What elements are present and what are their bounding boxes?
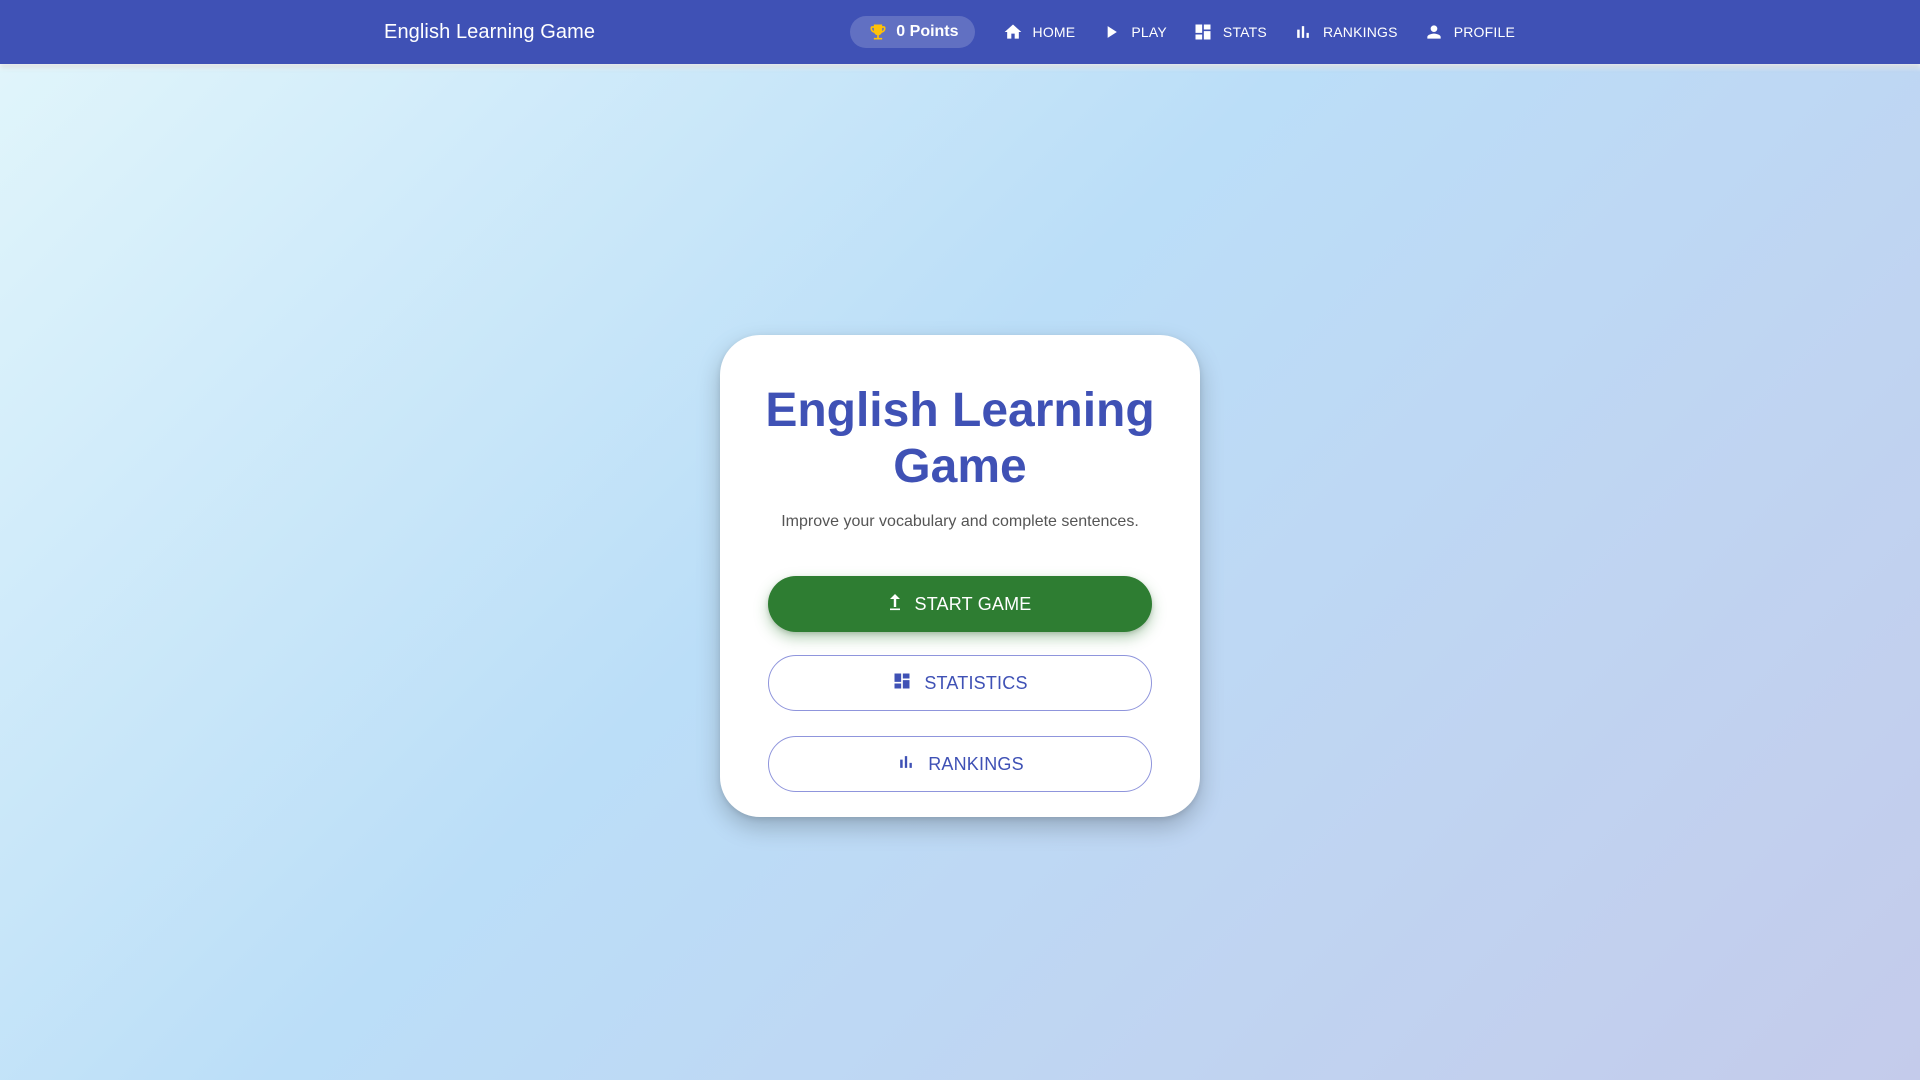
nav-stats[interactable]: STATS — [1183, 12, 1277, 52]
statistics-button[interactable]: STATISTICS — [768, 655, 1152, 711]
welcome-card: English Learning Game Improve your vocab… — [720, 335, 1200, 817]
nav-home-label: HOME — [1032, 24, 1076, 40]
nav-profile[interactable]: PROFILE — [1414, 12, 1525, 52]
bar-chart-icon — [1293, 22, 1313, 42]
nav-bar: 0 Points HOME PLAY STATS RANKINGS PROFIL… — [850, 0, 1525, 64]
app-bar: English Learning Game 0 Points HOME PLAY — [0, 0, 1920, 64]
bar-chart-icon — [896, 752, 916, 777]
nav-stats-label: STATS — [1222, 24, 1267, 40]
start-game-label: START GAME — [914, 593, 1032, 614]
page-title: English Learning Game — [765, 384, 1155, 493]
arrow-up-icon — [888, 593, 902, 616]
points-badge: 0 Points — [850, 16, 975, 48]
nav-rankings[interactable]: RANKINGS — [1283, 12, 1408, 52]
nav-play-label: PLAY — [1131, 24, 1167, 40]
app-bar-divider — [0, 64, 1920, 72]
page-subtitle: Improve your vocabulary and complete sen… — [781, 513, 1139, 530]
person-icon — [1424, 22, 1444, 42]
start-game-button[interactable]: START GAME — [768, 576, 1152, 632]
play-icon — [1101, 22, 1121, 42]
nav-home[interactable]: HOME — [993, 12, 1086, 52]
trophy-icon — [868, 22, 888, 42]
statistics-label: STATISTICS — [924, 672, 1028, 693]
dashboard-icon — [1193, 22, 1213, 42]
nav-play[interactable]: PLAY — [1091, 12, 1177, 52]
dashboard-icon — [892, 671, 912, 696]
nav-rankings-label: RANKINGS — [1322, 24, 1398, 40]
rankings-button[interactable]: RANKINGS — [768, 736, 1152, 792]
nav-profile-label: PROFILE — [1453, 24, 1515, 40]
points-label: 0 Points — [896, 23, 959, 40]
home-icon — [1003, 22, 1023, 42]
rankings-label: RANKINGS — [928, 753, 1024, 774]
app-title[interactable]: English Learning Game — [384, 0, 595, 64]
